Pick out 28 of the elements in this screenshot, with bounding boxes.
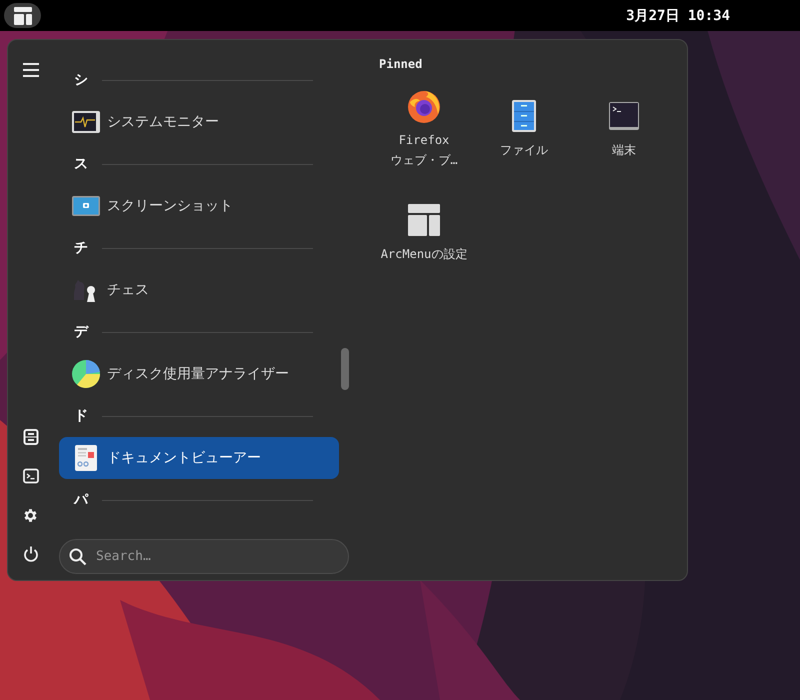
section-letter: パ [74, 491, 90, 509]
section-letter: チ [74, 239, 89, 257]
layout-icon [406, 202, 442, 238]
section-letter: ド [74, 407, 89, 425]
clock[interactable]: 3月27日 10:34 [626, 6, 730, 24]
layout-icon [14, 6, 32, 24]
pie-chart-icon [72, 360, 100, 388]
app-item[interactable]: ディスク使用量アナライザー [59, 353, 339, 395]
search-input[interactable]: Search… [94, 548, 348, 565]
pinned-app[interactable]: ArcMenuの設定 [374, 181, 474, 285]
document-icon [72, 444, 100, 472]
section-letter: ス [74, 155, 89, 173]
section-letter: デ [74, 323, 90, 341]
pinned-app[interactable]: Firefox ウェブ・ブ… [374, 77, 474, 181]
search-field[interactable]: Search… [59, 539, 349, 574]
section-letter: シ [74, 71, 89, 89]
section-title: Pinned [379, 57, 424, 71]
scrollbar[interactable] [341, 348, 349, 390]
menu-launcher-button[interactable] [4, 3, 41, 28]
app-item[interactable]: システムモニター [59, 101, 339, 143]
app-item[interactable]: スクリーンショット [59, 185, 339, 227]
pinned-app[interactable]: ファイル [474, 77, 574, 181]
search-icon [69, 548, 87, 566]
pinned-app[interactable]: 端末 [574, 77, 674, 181]
app-item[interactable]: ドキュメントビューアー [59, 437, 339, 479]
app-item[interactable]: チェス [59, 269, 339, 311]
fox-globe-icon [406, 88, 442, 124]
monitor-icon [72, 108, 100, 136]
